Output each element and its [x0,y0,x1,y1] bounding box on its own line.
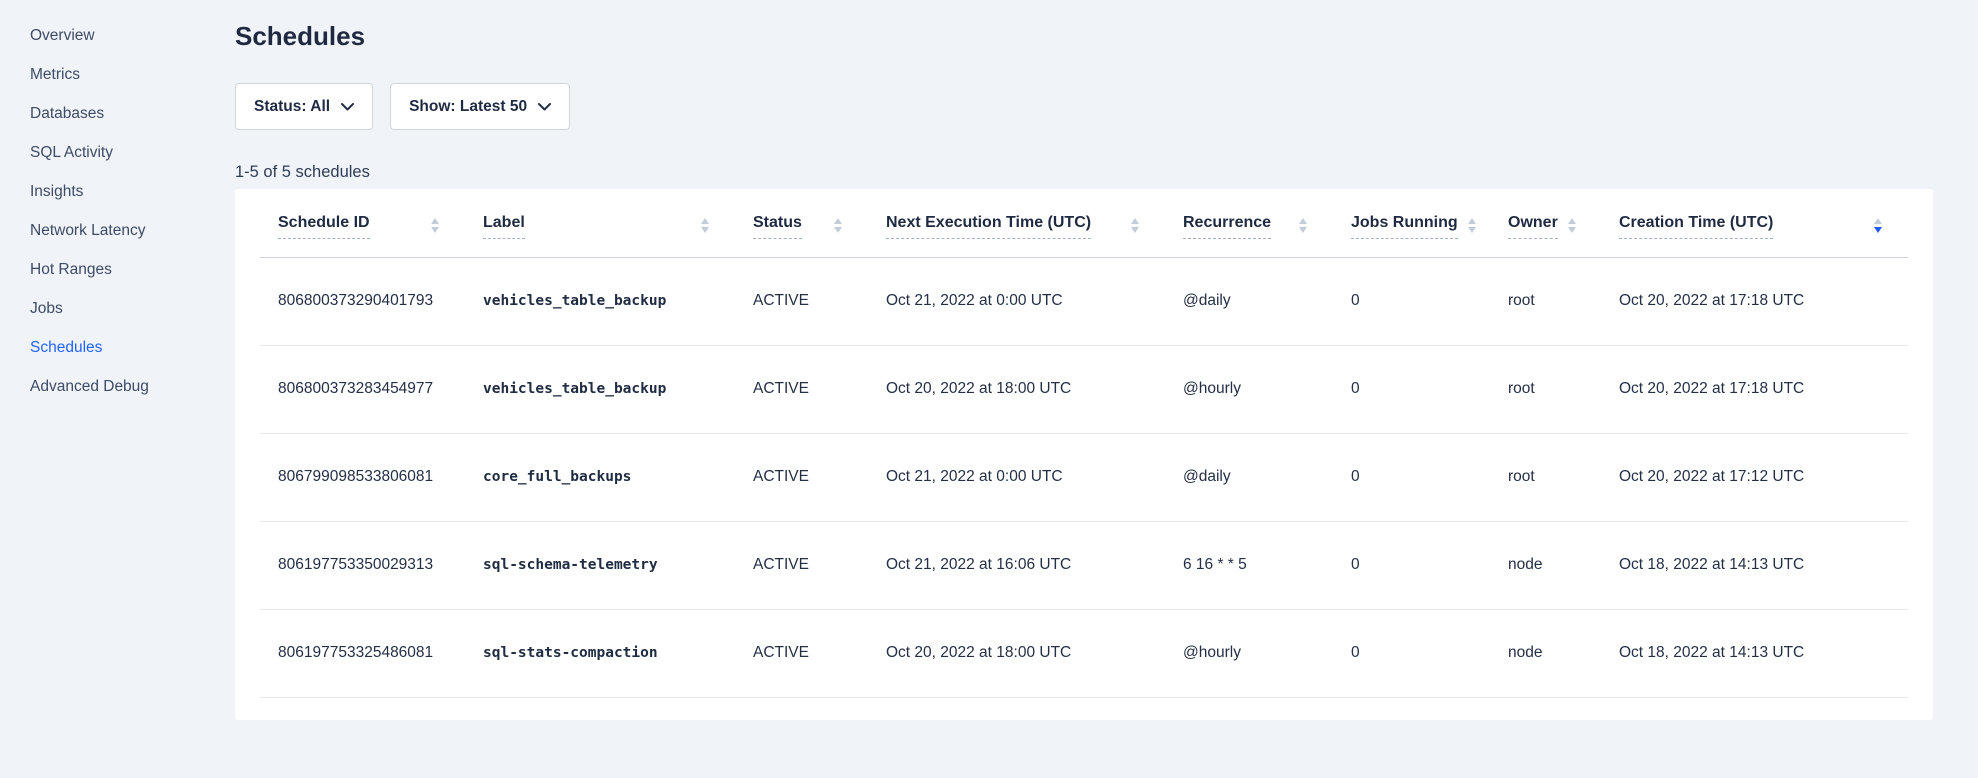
sort-arrows-icon [1558,218,1576,233]
sidebar-item-metrics[interactable]: Metrics [30,65,235,85]
column-header-owner[interactable]: Owner [1490,189,1601,257]
sidebar-item-sql-activity[interactable]: SQL Activity [30,143,235,163]
cell-schedule-id: 806800373290401793 [260,257,465,345]
column-header-next-execution-time-utc[interactable]: Next Execution Time (UTC) [868,189,1165,257]
filters-bar: Status: All Show: Latest 50 [235,83,1933,130]
cell-next-execution-time: Oct 20, 2022 at 18:00 UTC [868,345,1165,433]
schedules-table-card: Schedule ID Label Status Next Execution Tim… [235,189,1933,720]
cell-schedule-id: 806197753325486081 [260,609,465,697]
sidebar-item-databases[interactable]: Databases [30,104,235,124]
cell-recurrence: @hourly [1165,345,1333,433]
sort-arrows-icon [1289,218,1307,233]
chevron-down-icon [341,103,354,111]
column-header-label[interactable]: Label [465,189,735,257]
cell-owner: root [1490,345,1601,433]
column-header-label: Jobs Running [1351,213,1458,239]
cell-label: sql-schema-telemetry [465,521,735,609]
table-row: 806800373283454977vehicles_table_backupA… [260,345,1908,433]
sidebar-item-overview[interactable]: Overview [30,26,235,46]
cell-next-execution-time: Oct 21, 2022 at 0:00 UTC [868,257,1165,345]
cell-label: core_full_backups [465,433,735,521]
cell-recurrence: 6 16 * * 5 [1165,521,1333,609]
cell-creation-time: Oct 20, 2022 at 17:12 UTC [1601,433,1908,521]
table-row: 806197753325486081sql-stats-compactionAC… [260,609,1908,697]
column-header-label: Recurrence [1183,213,1271,239]
cell-schedule-id: 806197753350029313 [260,521,465,609]
column-header-label: Status [753,213,802,239]
cell-jobs-running: 0 [1333,433,1490,521]
cell-owner: root [1490,257,1601,345]
column-header-label: Label [483,213,525,239]
column-header-recurrence[interactable]: Recurrence [1165,189,1333,257]
cell-jobs-running: 0 [1333,257,1490,345]
sort-arrows-icon [1458,218,1476,233]
cell-next-execution-time: Oct 21, 2022 at 16:06 UTC [868,521,1165,609]
status-filter-label: Status: All [254,98,330,116]
cell-recurrence: @daily [1165,257,1333,345]
sidebar: Overview Metrics Databases SQL Activity Insi… [0,0,235,778]
column-header-label: Owner [1508,213,1558,239]
column-header-label: Creation Time (UTC) [1619,213,1773,239]
sort-arrows-icon [1864,218,1882,233]
cell-jobs-running: 0 [1333,609,1490,697]
cell-label: vehicles_table_backup [465,257,735,345]
cell-schedule-id: 806799098533806081 [260,433,465,521]
sort-arrows-icon [421,218,439,233]
column-header-status[interactable]: Status [735,189,868,257]
schedules-table: Schedule ID Label Status Next Execution Tim… [260,189,1908,698]
cell-jobs-running: 0 [1333,521,1490,609]
table-row: 806197753350029313sql-schema-telemetryAC… [260,521,1908,609]
cell-recurrence: @hourly [1165,609,1333,697]
sidebar-item-jobs[interactable]: Jobs [30,299,235,319]
sidebar-nav-list: Overview Metrics Databases SQL Activity Insi… [30,26,235,397]
cell-creation-time: Oct 20, 2022 at 17:18 UTC [1601,345,1908,433]
results-summary: 1-5 of 5 schedules [235,162,1933,182]
sidebar-item-insights[interactable]: Insights [30,182,235,202]
cell-next-execution-time: Oct 20, 2022 at 18:00 UTC [868,609,1165,697]
app-root: Overview Metrics Databases SQL Activity Insi… [0,0,1978,778]
column-header-jobs-running[interactable]: Jobs Running [1333,189,1490,257]
cell-jobs-running: 0 [1333,345,1490,433]
table-body: 806800373290401793vehicles_table_backupA… [260,257,1908,697]
show-filter-label: Show: Latest 50 [409,98,527,116]
page-title: Schedules [235,20,1933,53]
sort-arrows-icon [691,218,709,233]
sidebar-item-advanced-debug[interactable]: Advanced Debug [30,377,235,397]
show-filter-dropdown[interactable]: Show: Latest 50 [390,83,570,130]
column-header-label: Next Execution Time (UTC) [886,213,1091,239]
cell-creation-time: Oct 18, 2022 at 14:13 UTC [1601,521,1908,609]
cell-label: sql-stats-compaction [465,609,735,697]
cell-owner: node [1490,521,1601,609]
cell-owner: root [1490,433,1601,521]
main-content: Schedules Status: All Show: Latest 50 1-… [235,0,1978,778]
cell-status: ACTIVE [735,609,868,697]
cell-schedule-id: 806800373283454977 [260,345,465,433]
column-header-schedule-id[interactable]: Schedule ID [260,189,465,257]
table-row: 806800373290401793vehicles_table_backupA… [260,257,1908,345]
cell-creation-time: Oct 18, 2022 at 14:13 UTC [1601,609,1908,697]
cell-creation-time: Oct 20, 2022 at 17:18 UTC [1601,257,1908,345]
table-header-row: Schedule ID Label Status Next Execution Tim… [260,189,1908,257]
cell-recurrence: @daily [1165,433,1333,521]
cell-owner: node [1490,609,1601,697]
cell-status: ACTIVE [735,433,868,521]
chevron-down-icon [538,103,551,111]
sidebar-item-network-latency[interactable]: Network Latency [30,221,235,241]
cell-next-execution-time: Oct 21, 2022 at 0:00 UTC [868,433,1165,521]
column-header-creation-time-utc[interactable]: Creation Time (UTC) [1601,189,1908,257]
table-row: 806799098533806081core_full_backupsACTIV… [260,433,1908,521]
cell-status: ACTIVE [735,521,868,609]
sort-arrows-icon [824,218,842,233]
cell-status: ACTIVE [735,345,868,433]
sidebar-item-hot-ranges[interactable]: Hot Ranges [30,260,235,280]
cell-status: ACTIVE [735,257,868,345]
column-header-label: Schedule ID [278,213,370,239]
sidebar-item-schedules[interactable]: Schedules [30,338,235,358]
status-filter-dropdown[interactable]: Status: All [235,83,373,130]
cell-label: vehicles_table_backup [465,345,735,433]
sort-arrows-icon [1121,218,1139,233]
